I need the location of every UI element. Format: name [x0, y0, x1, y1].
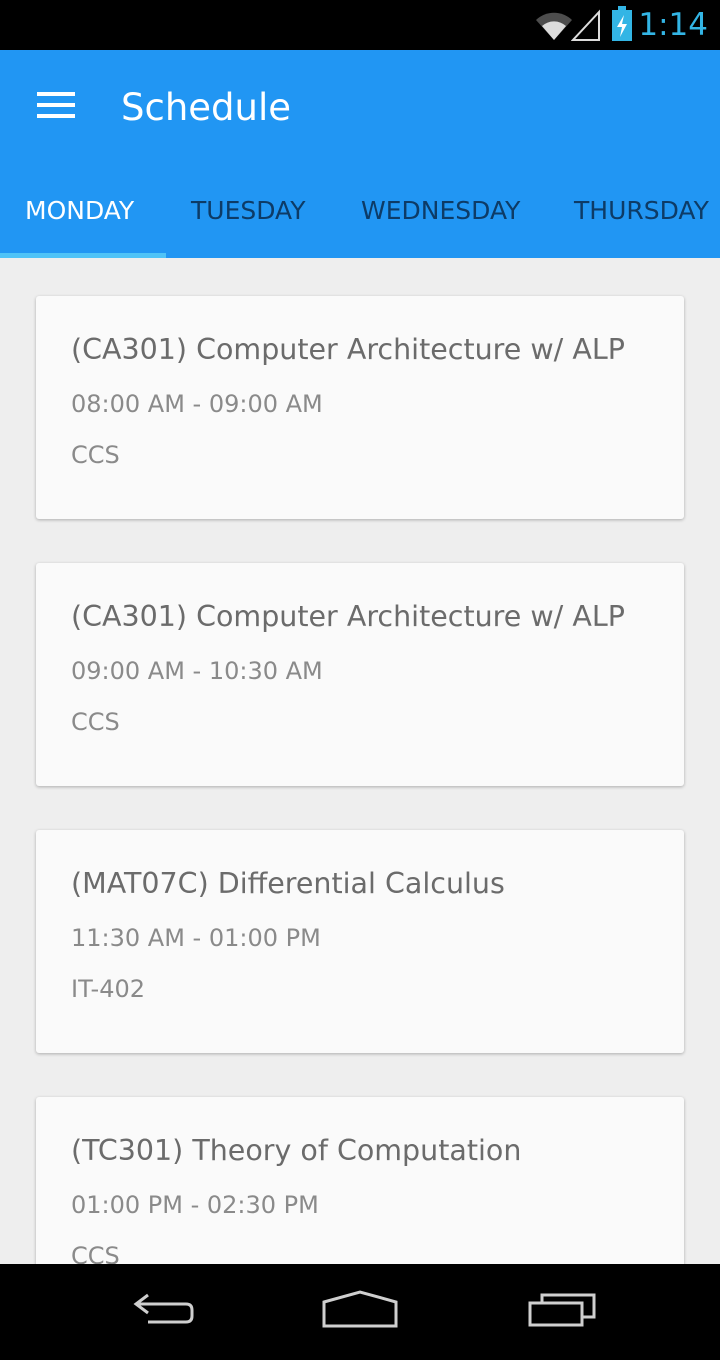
status-clock: 1:14 [638, 7, 708, 43]
course-title: (MAT07C) Differential Calculus [71, 867, 505, 900]
course-time: 01:00 PM - 02:30 PM [71, 1191, 319, 1219]
app-bar: Schedule MONDAY TUESDAY WEDNESDAY THURSD… [0, 50, 720, 258]
system-nav-bar [0, 1264, 720, 1360]
hamburger-menu-icon [24, 92, 88, 140]
wifi-icon [534, 8, 574, 46]
tab-tuesday[interactable]: TUESDAY [191, 180, 305, 242]
tab-monday[interactable]: MONDAY [25, 180, 134, 242]
tab-wednesday[interactable]: WEDNESDAY [361, 180, 520, 242]
course-title: (TC301) Theory of Computation [71, 1134, 522, 1167]
menu-button[interactable] [24, 72, 88, 136]
course-room: CCS [71, 1242, 120, 1264]
schedule-card[interactable]: (CA301) Computer Architecture w/ ALP 08:… [36, 296, 684, 519]
recent-apps-icon [512, 1284, 612, 1340]
status-bar: 1:14 [0, 0, 720, 50]
course-title: (CA301) Computer Architecture w/ ALP [71, 600, 625, 633]
back-button[interactable] [110, 1284, 210, 1340]
course-time: 08:00 AM - 09:00 AM [71, 390, 323, 418]
home-button[interactable] [310, 1284, 410, 1340]
course-room: CCS [71, 708, 120, 736]
schedule-card[interactable]: (MAT07C) Differential Calculus 11:30 AM … [36, 830, 684, 1053]
schedule-card[interactable]: (TC301) Theory of Computation 01:00 PM -… [36, 1097, 684, 1264]
home-icon [310, 1284, 410, 1340]
schedule-card[interactable]: (CA301) Computer Architecture w/ ALP 09:… [36, 563, 684, 786]
battery-charging-icon [611, 6, 633, 46]
course-time: 11:30 AM - 01:00 PM [71, 924, 321, 952]
page-title: Schedule [121, 86, 292, 129]
recent-apps-button[interactable] [512, 1284, 612, 1340]
cell-signal-icon [570, 8, 601, 46]
tab-thursday[interactable]: THURSDAY [574, 180, 709, 242]
course-room: IT-402 [71, 975, 146, 1003]
course-title: (CA301) Computer Architecture w/ ALP [71, 333, 625, 366]
course-room: CCS [71, 441, 120, 469]
back-icon [110, 1284, 210, 1340]
schedule-list[interactable]: (CA301) Computer Architecture w/ ALP 08:… [0, 258, 720, 1264]
course-time: 09:00 AM - 10:30 AM [71, 657, 323, 685]
